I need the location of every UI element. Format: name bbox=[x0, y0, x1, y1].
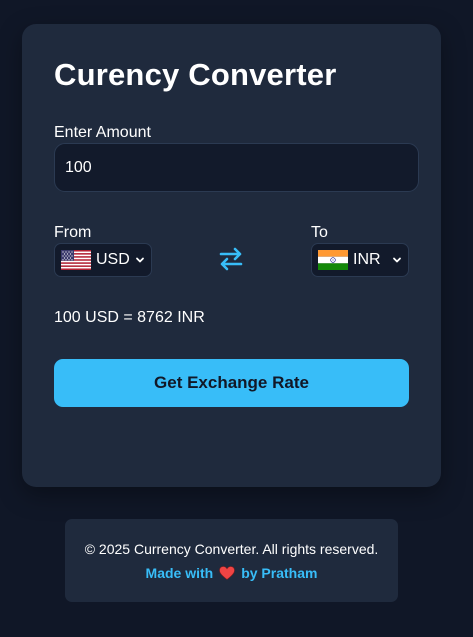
chevron-down-icon bbox=[393, 257, 401, 263]
page-title: Curency Converter bbox=[54, 57, 337, 92]
conversion-result: 100 USD = 8762 INR bbox=[54, 309, 205, 326]
footer: © 2025 Currency Converter. All rights re… bbox=[65, 519, 398, 602]
amount-label: Enter Amount bbox=[54, 124, 151, 141]
to-label: To bbox=[311, 224, 328, 241]
us-flag-icon bbox=[61, 250, 91, 270]
from-currency-code: USD bbox=[96, 251, 130, 268]
from-label: From bbox=[54, 224, 92, 241]
from-currency-select[interactable]: USD bbox=[54, 243, 152, 277]
amount-input[interactable] bbox=[54, 143, 419, 192]
author-link[interactable]: by Pratham bbox=[241, 565, 317, 581]
copyright-text: © 2025 Currency Converter. All rights re… bbox=[84, 541, 379, 557]
to-currency-code: INR bbox=[353, 251, 381, 268]
chevron-down-icon bbox=[136, 257, 144, 263]
converter-card: Curency Converter Enter Amount From USD bbox=[22, 24, 441, 487]
heart-icon bbox=[219, 566, 236, 580]
made-with-label: Made with bbox=[145, 565, 214, 581]
swap-arrows-icon[interactable] bbox=[218, 245, 244, 273]
made-with-line: Made with by Pratham bbox=[65, 565, 398, 581]
to-currency-select[interactable]: INR bbox=[311, 243, 409, 277]
get-exchange-rate-button[interactable]: Get Exchange Rate bbox=[54, 359, 409, 407]
india-flag-icon bbox=[318, 250, 348, 270]
